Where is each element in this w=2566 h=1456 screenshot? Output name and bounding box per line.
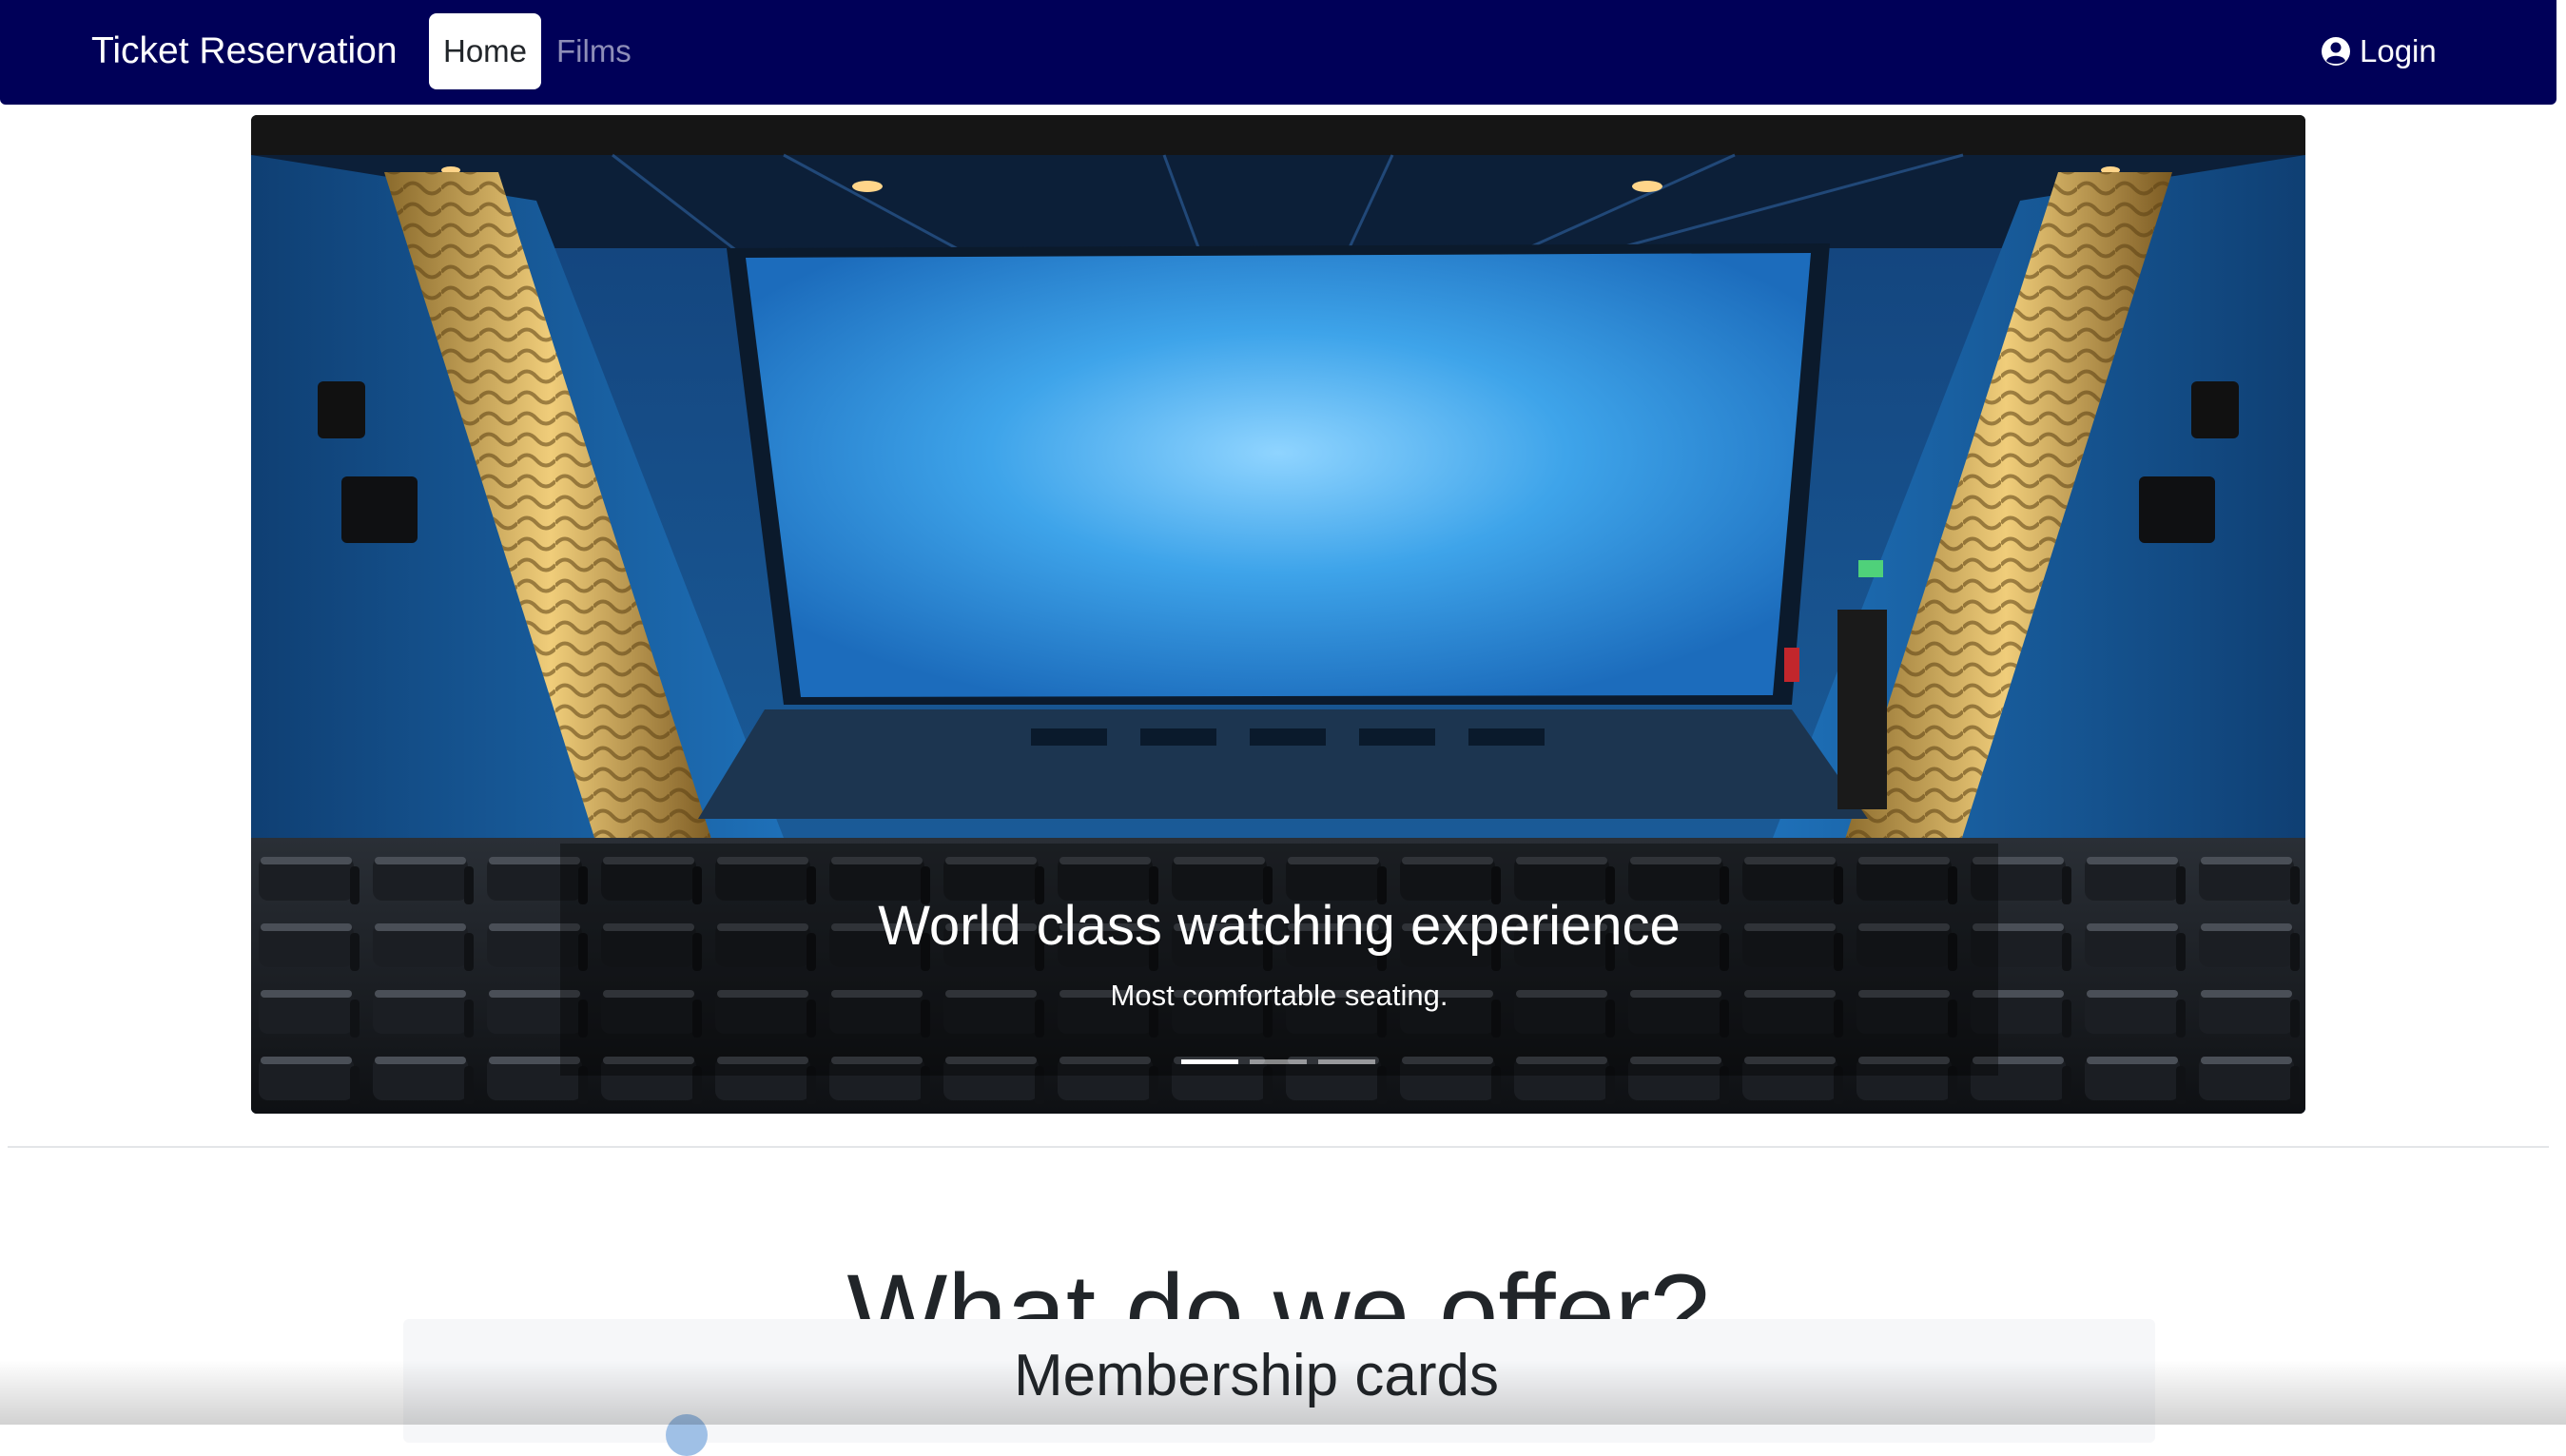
carousel-indicator-3[interactable] (1318, 1059, 1375, 1064)
caption-text: Most comfortable seating. (1110, 979, 1448, 1012)
user-circle-icon (2320, 35, 2352, 68)
navbar: Ticket Reservation Home Films Login (0, 0, 2556, 105)
carousel-indicator-1[interactable] (1181, 1059, 1238, 1064)
carousel-indicator-2[interactable] (1250, 1059, 1307, 1064)
navbar-brand[interactable]: Ticket Reservation (91, 27, 398, 76)
offer-card-title: Membership cards (1014, 1343, 1499, 1408)
login-label: Login (2360, 33, 2437, 68)
hero-carousel[interactable]: World class watching experience Most com… (251, 115, 2305, 1114)
caption-title: World class watching experience (878, 895, 1681, 957)
nav-item-home[interactable]: Home (429, 13, 541, 89)
section-divider (8, 1146, 2549, 1148)
nav-item-films[interactable]: Films (556, 13, 632, 89)
membership-card-icon (666, 1414, 708, 1456)
carousel-indicators (1181, 1059, 1375, 1064)
login-button[interactable]: Login (2320, 13, 2437, 89)
carousel-caption: World class watching experience Most com… (560, 844, 1998, 1076)
